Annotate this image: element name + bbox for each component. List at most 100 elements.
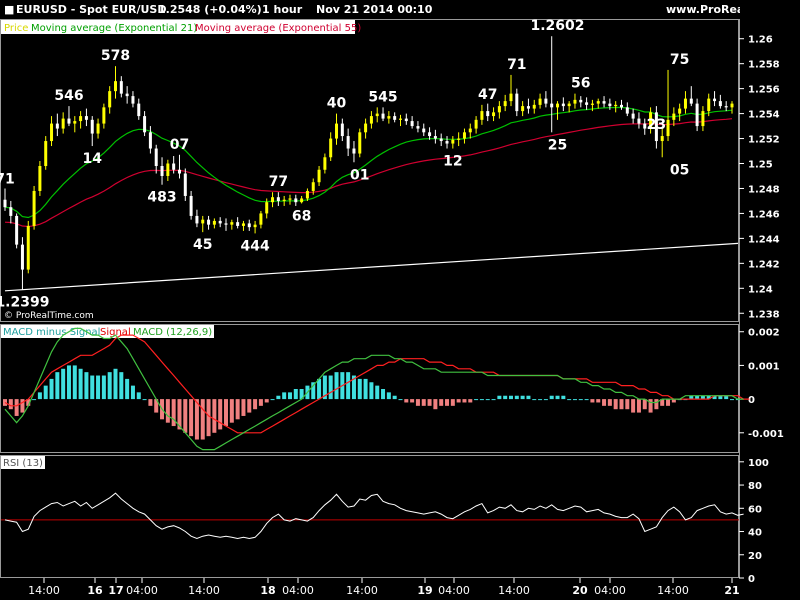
- candle-body: [509, 93, 513, 102]
- symbol-label: EURUSD - Spot EUR/USD: [16, 3, 167, 16]
- candle-body: [148, 132, 152, 149]
- macd-histogram-bar: [526, 395, 531, 400]
- candle-body: [422, 128, 426, 133]
- candle-body: [247, 223, 251, 228]
- candle-body: [672, 113, 676, 120]
- macd-legend: MACD minus Signal Signal MACD (12,26,9): [1, 325, 214, 338]
- candle-body: [486, 111, 490, 117]
- price-axis-tick-label: 1.256: [748, 85, 780, 96]
- macd-histogram-bar: [590, 399, 595, 403]
- legend-price: Price: [4, 23, 28, 34]
- candle-body: [340, 123, 344, 137]
- price-axis-tick-label: 1.258: [748, 60, 780, 71]
- candle-body: [224, 223, 228, 225]
- candle-body: [323, 157, 327, 170]
- macd-histogram-bar: [619, 399, 624, 410]
- legend-ema55: Moving average (Exponential 55): [195, 23, 361, 34]
- candle-body: [660, 136, 664, 142]
- macd-histogram-bar: [264, 399, 269, 403]
- x-tick-label: 04:00: [126, 584, 158, 597]
- macd-histogram-bar: [101, 375, 106, 400]
- candle-body: [439, 138, 443, 142]
- candle-body: [352, 148, 356, 154]
- candle-body: [526, 106, 530, 109]
- candle-body: [492, 112, 496, 117]
- macd-histogram-bar: [148, 399, 153, 406]
- macd-histogram-bar: [130, 385, 135, 400]
- swing-label: 68: [292, 208, 311, 224]
- price-legend: Price Moving average (Exponential 21) Mo…: [1, 20, 361, 34]
- macd-histogram-bar: [636, 399, 641, 413]
- macd-axis-tick-label: -0.001: [748, 429, 784, 440]
- candle-body: [61, 118, 65, 129]
- candle-body: [212, 220, 216, 225]
- candle-body: [398, 118, 402, 120]
- macd-histogram-bar: [229, 399, 234, 423]
- swing-label: 07: [170, 137, 189, 153]
- candle-body: [67, 118, 71, 124]
- swing-label: 545: [368, 89, 397, 105]
- macd-histogram-bar: [14, 399, 19, 416]
- x-tick-label: 14:00: [498, 584, 530, 597]
- candle-body: [259, 213, 263, 225]
- candle-body: [346, 136, 350, 149]
- price-axis-tick-label: 1.238: [748, 309, 780, 320]
- macd-histogram-bar: [392, 395, 397, 400]
- candle-body: [713, 98, 717, 102]
- legend-macd: MACD (12,26,9): [133, 327, 212, 338]
- macd-histogram-bar: [456, 399, 461, 403]
- candle-body: [137, 103, 141, 117]
- swing-label: 546: [54, 88, 83, 104]
- candle-body: [9, 207, 13, 216]
- macd-histogram-bar: [37, 392, 42, 400]
- watermark: © ProRealTime.com: [4, 311, 94, 321]
- x-tick-label: 20: [572, 584, 588, 597]
- candle-body: [393, 116, 397, 120]
- candle-body: [369, 116, 373, 124]
- candle-body: [364, 123, 368, 133]
- swing-label: 444: [240, 238, 269, 254]
- legend-macd-hist: MACD minus Signal: [3, 327, 100, 338]
- swing-label: 45: [193, 237, 212, 253]
- candle-body: [311, 182, 315, 191]
- candle-body: [433, 136, 437, 139]
- macd-histogram-bar: [136, 392, 141, 400]
- candle-body: [544, 98, 548, 104]
- candle-body: [614, 104, 618, 107]
- timestamp-label: Nov 21 2014 00:10: [316, 3, 433, 16]
- candle-body: [50, 123, 54, 142]
- candle-body: [271, 197, 275, 203]
- candle-body: [596, 101, 600, 104]
- price-axis-tick-label: 1.242: [748, 259, 780, 270]
- macd-histogram-bar: [404, 399, 409, 403]
- x-tick-label: 04:00: [282, 584, 314, 597]
- swing-label: 47: [478, 87, 497, 103]
- candle-body: [73, 121, 77, 124]
- candle-body: [201, 219, 205, 224]
- price-axis-tick-label: 1.254: [748, 110, 780, 121]
- candle-body: [567, 103, 571, 107]
- x-tick-label: 14:00: [28, 584, 60, 597]
- candle-body: [160, 166, 164, 176]
- macd-histogram-bar: [532, 399, 537, 401]
- macd-histogram-bar: [497, 395, 502, 400]
- candle-body: [619, 104, 623, 108]
- candle-body: [172, 163, 176, 170]
- macd-histogram-bar: [730, 399, 734, 401]
- macd-histogram-bar: [276, 395, 281, 400]
- candle-body: [38, 166, 42, 191]
- swing-label: 1.2602: [531, 18, 585, 34]
- macd-histogram-bar: [55, 372, 60, 400]
- macd-histogram-bar: [421, 399, 426, 406]
- candle-body: [189, 195, 193, 216]
- rsi-axis-tick-label: 60: [748, 504, 762, 515]
- candle-body: [294, 198, 298, 203]
- macd-histogram-bar: [317, 378, 322, 400]
- rsi-axis-tick-label: 40: [748, 528, 762, 539]
- candle-body: [230, 222, 234, 225]
- macd-histogram-bar: [398, 399, 403, 401]
- candle: [44, 136, 48, 170]
- macd-histogram-bar: [189, 399, 194, 437]
- candle-body: [625, 107, 629, 114]
- macd-histogram-bar: [642, 399, 647, 410]
